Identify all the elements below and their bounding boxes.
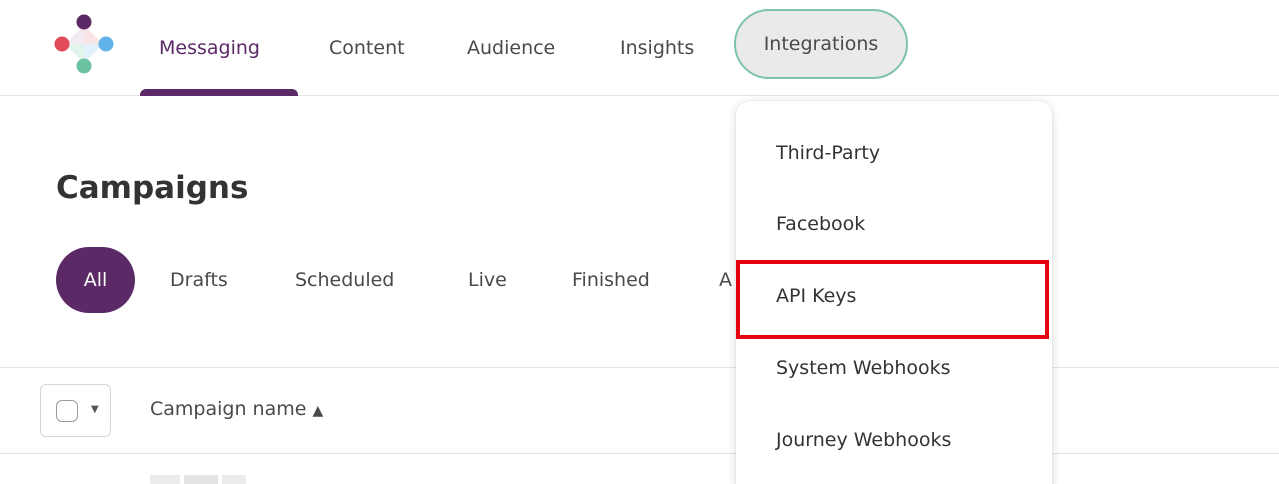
nav-tab-insights[interactable]: Insights: [620, 0, 694, 96]
menu-item-journey-webhooks[interactable]: Journey Webhooks: [736, 410, 1052, 470]
nav-tab-content[interactable]: Content: [329, 0, 405, 96]
chevron-down-icon: ▼: [91, 404, 99, 415]
brand-logo-icon[interactable]: [53, 13, 115, 75]
app-page: Messaging Content Audience Insights Inte…: [0, 0, 1279, 484]
row-placeholder: [150, 475, 180, 484]
menu-item-facebook[interactable]: Facebook: [736, 194, 1052, 254]
filter-tab-all[interactable]: All: [56, 247, 135, 313]
menu-item-system-webhooks[interactable]: System Webhooks: [736, 338, 1052, 398]
row-placeholder: [222, 475, 246, 484]
active-tab-indicator: [140, 89, 298, 96]
select-all-dropdown[interactable]: ▼: [40, 384, 111, 437]
filter-tab-drafts[interactable]: Drafts: [170, 247, 228, 313]
filter-tab-archived-partial[interactable]: A: [719, 247, 732, 313]
api-keys-highlight-box: [736, 260, 1049, 339]
nav-tab-integrations[interactable]: Integrations: [734, 9, 908, 79]
filter-tab-live[interactable]: Live: [468, 247, 507, 313]
filter-tab-finished[interactable]: Finished: [572, 247, 650, 313]
top-navigation: Messaging Content Audience Insights Inte…: [0, 0, 1279, 96]
sort-icon[interactable]: ▲︎: [312, 403, 323, 419]
page-title: Campaigns: [56, 170, 249, 206]
select-all-checkbox[interactable]: [56, 400, 78, 422]
column-header-campaign-name[interactable]: Campaign name ▲︎: [150, 398, 323, 420]
nav-tab-messaging[interactable]: Messaging: [159, 0, 260, 96]
filter-tab-scheduled[interactable]: Scheduled: [295, 247, 394, 313]
column-header-label: Campaign name: [150, 398, 307, 420]
row-placeholder: [184, 475, 218, 484]
campaign-table-header: ▼ Campaign name ▲︎: [0, 367, 1279, 454]
nav-tab-audience[interactable]: Audience: [467, 0, 555, 96]
menu-item-third-party[interactable]: Third-Party: [736, 123, 1052, 183]
